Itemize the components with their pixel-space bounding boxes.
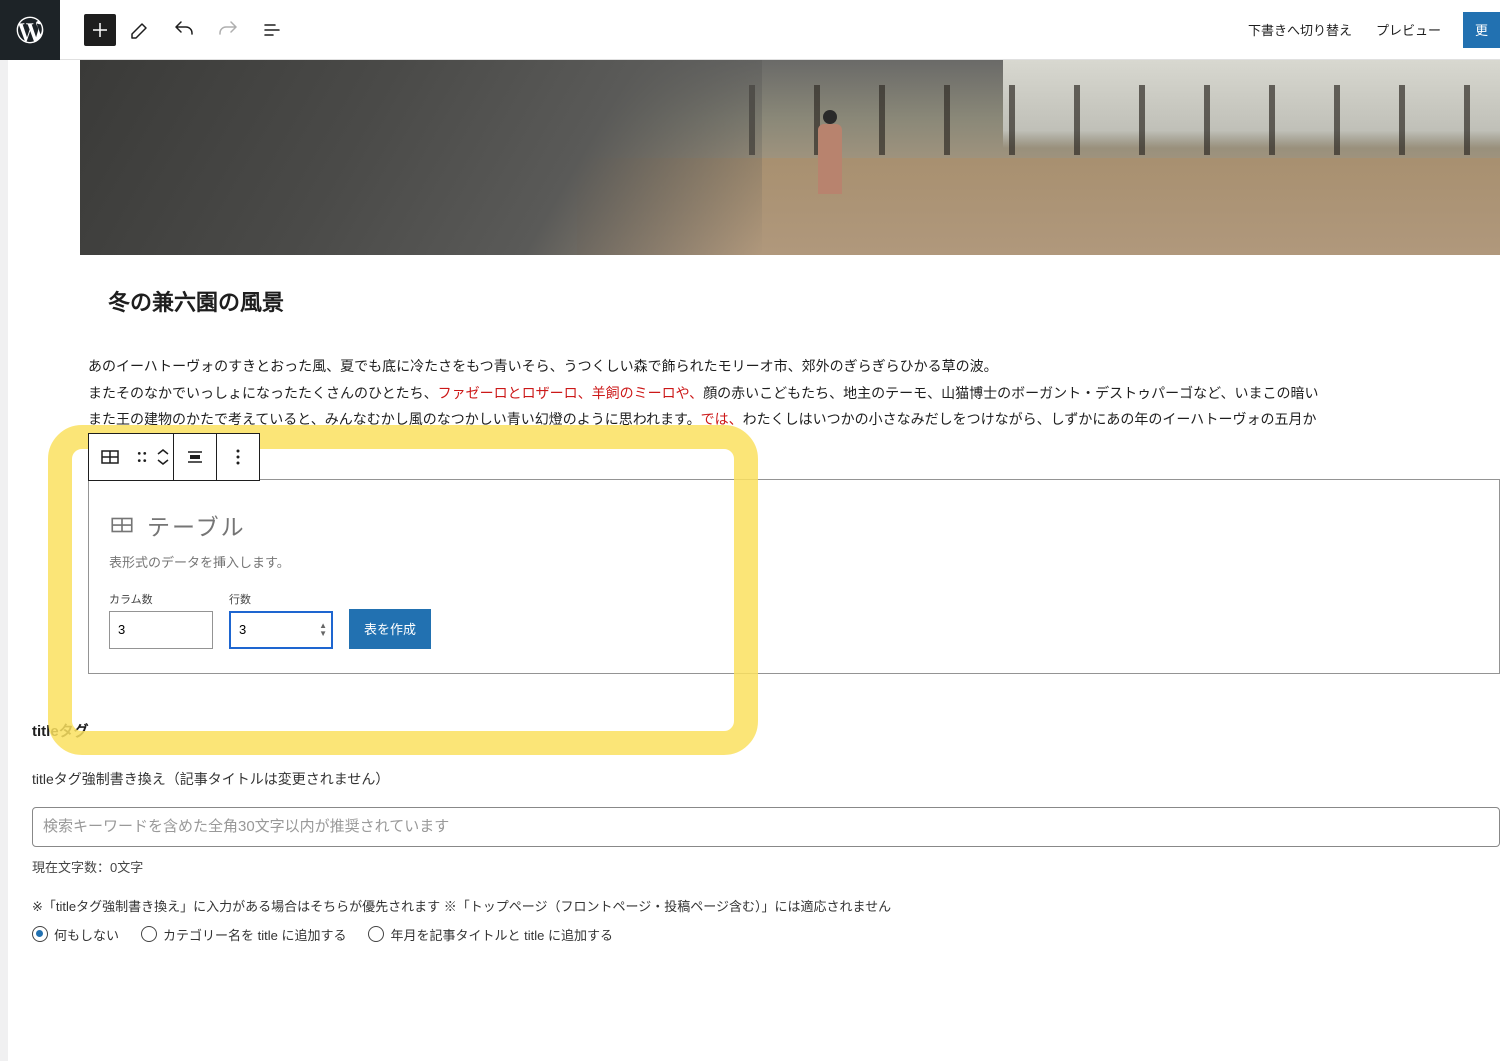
toolbar-group-block	[89, 434, 174, 480]
radio-option-category[interactable]: カテゴリー名を title に追加する	[141, 925, 346, 944]
meta-note: ※「titleタグ強制書き換え」に入力がある場合はそちらが優先されます ※「トッ…	[32, 896, 1500, 915]
para-text: 顔の赤いこどもたち、地主のテーモ、山猫博士のボーガント・デストゥパーゴなど、いま…	[703, 385, 1318, 401]
radio-indicator	[368, 926, 384, 942]
column-label: カラム数	[109, 591, 213, 607]
title-tag-input[interactable]	[32, 807, 1500, 847]
redo-icon	[216, 18, 240, 42]
meta-section-heading: titleタグ	[32, 720, 1500, 741]
collapsed-sidebar[interactable]	[0, 60, 8, 1061]
drag-handle[interactable]	[131, 434, 153, 480]
para-text: また王の建物のかたで考えていると	[88, 411, 311, 427]
pencil-icon	[128, 18, 152, 42]
placeholder-title-row: テーブル	[109, 508, 1479, 542]
align-button[interactable]	[174, 434, 216, 480]
placeholder-title: テーブル	[147, 508, 246, 542]
radio-label: カテゴリー名を title に追加する	[163, 925, 346, 944]
row-count-input[interactable]	[229, 611, 333, 649]
toolbar-left-group	[0, 0, 292, 59]
radio-group: 何もしない カテゴリー名を title に追加する 年月を記事タイトルと tit…	[32, 925, 1500, 944]
block-toolbar	[88, 433, 260, 481]
column-field: カラム数	[109, 591, 213, 649]
table-icon	[98, 445, 122, 469]
char-count-text: 現在文字数：0文字	[32, 857, 1500, 876]
wordpress-icon	[14, 14, 46, 46]
post-body: 冬の兼六園の風景 あのイーハトーヴォのすきとおった風、夏でも底に冷たさをもつ青い…	[88, 255, 1500, 674]
para-highlight: では、	[701, 411, 743, 427]
toolbar-group-align	[174, 434, 217, 480]
drag-icon	[131, 445, 153, 469]
preview-link[interactable]: プレビュー	[1364, 20, 1453, 39]
switch-draft-link[interactable]: 下書きへ切り替え	[1236, 20, 1364, 39]
post-heading[interactable]: 冬の兼六園の風景	[108, 285, 1500, 317]
para-text: あのイーハトーヴォのすきとおった風、夏でも底に冷たさをもつ青いそら、うつくしい森…	[88, 358, 998, 374]
editor-top-toolbar: 下書きへ切り替え プレビュー 更	[0, 0, 1500, 60]
table-icon	[109, 512, 135, 538]
row-field: 行数 ▲▼	[229, 591, 333, 649]
undo-button[interactable]	[164, 10, 204, 50]
para-text: わたくしはいつかの小さなみだしをつけながら、しずかにあの年のイーハトーヴォの五月…	[743, 411, 1317, 427]
radio-option-date[interactable]: 年月を記事タイトルと title に追加する	[368, 925, 612, 944]
title-tag-section: titleタグ titleタグ強制書き換え（記事タイトルは変更されません） 現在…	[32, 720, 1500, 984]
meta-subheading: titleタグ強制書き換え（記事タイトルは変更されません）	[32, 769, 1500, 789]
radio-label: 年月を記事タイトルと title に追加する	[390, 925, 612, 944]
table-block-placeholder: テーブル 表形式のデータを挿入します。 カラム数 行数 ▲▼	[88, 479, 1500, 674]
table-config-row: カラム数 行数 ▲▼ 表を作成	[109, 591, 1479, 649]
toolbar-group-more	[217, 434, 259, 480]
create-table-button[interactable]: 表を作成	[349, 609, 431, 649]
ellipsis-icon	[226, 445, 250, 469]
para-highlight: ファゼーロとロザーロ、羊飼のミーロや、	[438, 385, 704, 401]
radio-option-none[interactable]: 何もしない	[32, 925, 119, 944]
editor-content: 冬の兼六園の風景 あのイーハトーヴォのすきとおった風、夏でも底に冷たさをもつ青い…	[8, 60, 1500, 984]
radio-indicator	[141, 926, 157, 942]
wordpress-logo[interactable]	[0, 0, 60, 60]
list-icon	[260, 18, 284, 42]
outline-button[interactable]	[252, 10, 292, 50]
align-icon	[183, 445, 207, 469]
edit-tools-button[interactable]	[120, 10, 160, 50]
table-block-wrapper: テーブル 表形式のデータを挿入します。 カラム数 行数 ▲▼	[88, 479, 1500, 674]
radio-label: 何もしない	[54, 925, 119, 944]
add-block-button[interactable]	[84, 14, 116, 46]
featured-image-block[interactable]	[80, 60, 1500, 255]
para-text: 、みんなむかし風のなつかしい青い幻燈のように思われます。	[311, 411, 701, 427]
number-spinner[interactable]: ▲▼	[319, 622, 327, 638]
paragraph-block[interactable]: あのイーハトーヴォのすきとおった風、夏でも底に冷たさをもつ青いそら、うつくしい森…	[88, 353, 1500, 433]
placeholder-description: 表形式のデータを挿入します。	[109, 552, 1479, 571]
column-count-input[interactable]	[109, 611, 213, 649]
more-options-button[interactable]	[217, 434, 259, 480]
para-text: またそのなかでいっしょになったたくさんのひとたち、	[88, 385, 438, 401]
toolbar-right-group: 下書きへ切り替え プレビュー 更	[1236, 0, 1500, 59]
redo-button[interactable]	[208, 10, 248, 50]
block-type-button[interactable]	[89, 434, 131, 480]
chevron-up-icon	[156, 447, 170, 457]
move-buttons[interactable]	[153, 434, 173, 480]
chevron-down-icon	[156, 457, 170, 467]
undo-icon	[172, 18, 196, 42]
plus-icon	[88, 18, 112, 42]
update-button[interactable]: 更	[1463, 12, 1500, 48]
radio-indicator	[32, 926, 48, 942]
row-label: 行数	[229, 591, 333, 607]
